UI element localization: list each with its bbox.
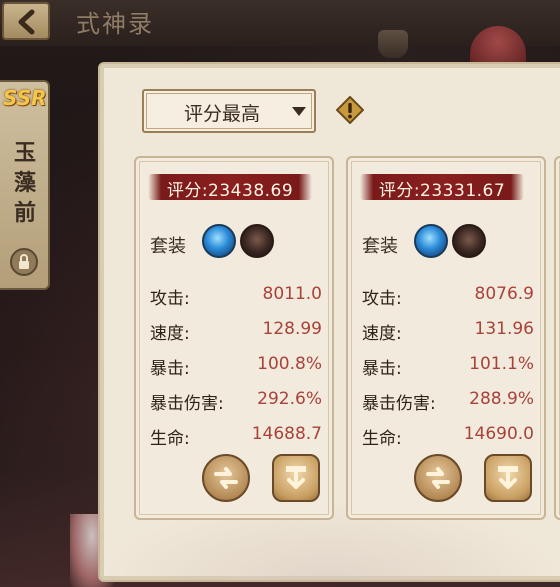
stat-name: 速度:	[150, 324, 190, 344]
stat-name: 攻击:	[362, 289, 402, 309]
stat-value: 128.99	[262, 319, 322, 339]
stat-name: 暴击:	[362, 359, 402, 379]
soul-preset-card[interactable]: 评分:23331.67 套装 攻击: 8076.9 速度: 131.96 暴击:…	[346, 156, 546, 520]
stat-value: 131.96	[474, 319, 534, 339]
swap-button[interactable]	[414, 454, 462, 502]
lock-icon[interactable]	[10, 248, 38, 276]
stat-value: 100.8%	[257, 354, 322, 374]
stat-value: 14690.0	[463, 424, 534, 444]
stat-value: 8011.0	[262, 284, 322, 304]
stat-name: 暴击:	[150, 359, 190, 379]
chevron-down-icon	[292, 107, 306, 116]
sort-dropdown-label: 评分最高	[184, 103, 261, 125]
swap-icon	[426, 467, 450, 489]
soul-preset-card-partial[interactable]	[554, 156, 560, 520]
equip-button[interactable]	[484, 454, 532, 502]
stat-row: 暴击: 101.1%	[362, 354, 534, 380]
download-icon	[498, 466, 518, 489]
stat-value: 14688.7	[251, 424, 322, 444]
score-banner: 评分:23438.69	[148, 174, 312, 201]
score-banner: 评分:23331.67	[360, 174, 524, 201]
stat-row: 攻击: 8076.9	[362, 284, 534, 310]
stat-name: 生命:	[362, 429, 402, 449]
sort-dropdown[interactable]: 评分最高	[142, 89, 316, 133]
stat-row: 暴击伤害: 288.9%	[362, 389, 534, 415]
soul-set-icon[interactable]	[452, 224, 486, 258]
download-icon	[286, 466, 306, 489]
stat-row: 速度: 131.96	[362, 319, 534, 345]
stat-name: 攻击:	[150, 289, 190, 309]
chevron-left-icon	[18, 9, 35, 35]
soul-preset-card[interactable]: 评分:23438.69 套装 攻击: 8011.0 速度: 128.99 暴击:…	[134, 156, 334, 520]
stat-row: 暴击: 100.8%	[150, 354, 322, 380]
set-label: 套装	[150, 236, 186, 257]
stat-name: 生命:	[150, 429, 190, 449]
page-title: 式神录	[76, 10, 154, 38]
soul-set-icon[interactable]	[240, 224, 274, 258]
swap-icon	[214, 467, 238, 489]
swap-button[interactable]	[202, 454, 250, 502]
shikigami-name: 玉藻前	[13, 140, 36, 226]
stat-row: 暴击伤害: 292.6%	[150, 389, 322, 415]
stat-row: 生命: 14690.0	[362, 424, 534, 450]
rarity-badge: SSR	[3, 86, 47, 110]
stat-value: 8076.9	[474, 284, 534, 304]
stat-name: 暴击伤害:	[150, 394, 224, 414]
stat-value: 288.9%	[469, 389, 534, 409]
lantern-decoration	[378, 30, 408, 58]
back-button[interactable]	[2, 2, 50, 40]
score-text: 评分:23438.69	[166, 181, 294, 201]
soul-set-icon[interactable]	[202, 224, 236, 258]
shikigami-tab[interactable]: SSR 玉藻前	[0, 80, 50, 290]
stat-value: 101.1%	[469, 354, 534, 374]
soul-set-icon[interactable]	[414, 224, 448, 258]
warning-icon[interactable]	[335, 95, 365, 125]
stat-name: 暴击伤害:	[362, 394, 436, 414]
stat-row: 生命: 14688.7	[150, 424, 322, 450]
score-text: 评分:23331.67	[378, 181, 506, 201]
stat-row: 速度: 128.99	[150, 319, 322, 345]
stat-value: 292.6%	[257, 389, 322, 409]
stat-name: 速度:	[362, 324, 402, 344]
stat-row: 攻击: 8011.0	[150, 284, 322, 310]
equip-button[interactable]	[272, 454, 320, 502]
set-label: 套装	[362, 236, 398, 257]
